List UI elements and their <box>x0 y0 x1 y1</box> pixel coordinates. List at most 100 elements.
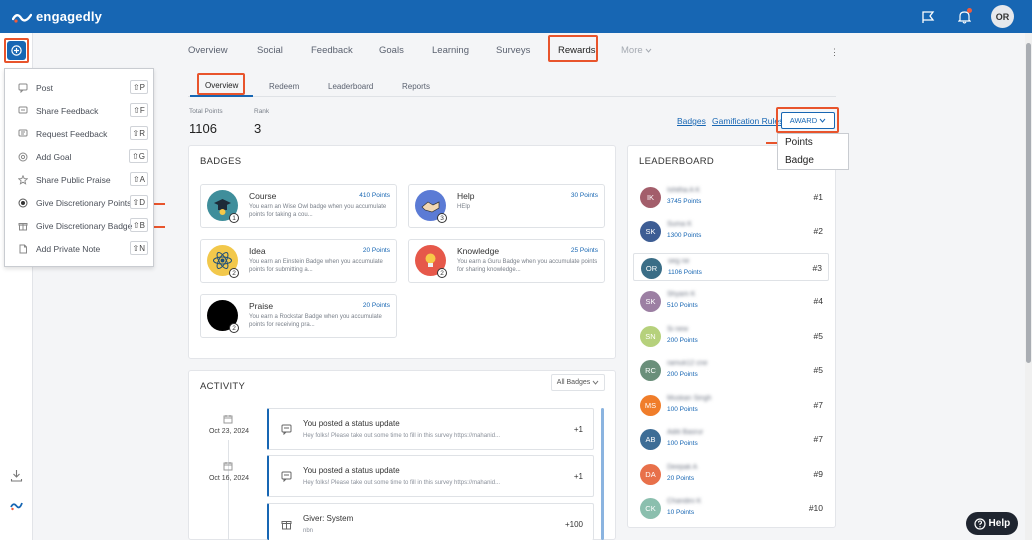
avatar: MS <box>640 395 661 416</box>
post-icon <box>281 424 292 435</box>
activity-item[interactable]: You posted a status update Hey folks! Pl… <box>267 408 594 450</box>
leaderboard-name: Muskan Singh <box>667 395 712 402</box>
tab-active-underline <box>558 60 590 62</box>
award-button[interactable]: AWARD <box>781 112 835 129</box>
calendar-icon <box>223 462 233 471</box>
kebab-menu-icon[interactable]: ⋮ <box>830 47 839 58</box>
leaderboard-name: ramuk12 cne <box>667 360 708 367</box>
badge-description: HElp <box>457 204 471 210</box>
tab-social[interactable]: Social <box>257 45 283 56</box>
leaderboard-row[interactable]: RC ramuk12 cne 200 Points #5 <box>633 356 829 384</box>
badge-count: 2 <box>437 268 447 278</box>
tab-more[interactable]: More <box>621 45 652 56</box>
post-icon <box>17 82 28 93</box>
chevron-down-icon <box>592 380 599 385</box>
badge-name: Idea <box>249 246 266 256</box>
badge-tile[interactable]: 1 Course 410 Points You earn an Wise Owl… <box>200 184 397 228</box>
menu-item-share-public-praise[interactable]: Share Public Praise ⇧A <box>5 168 155 191</box>
gamification-rules-link[interactable]: Gamification Rules <box>712 116 783 126</box>
menu-item-give-discretionary-points[interactable]: Give Discretionary Points ⇧D <box>5 191 155 214</box>
badges-link[interactable]: Badges <box>677 116 706 126</box>
leaderboard-rank: #5 <box>813 331 823 341</box>
leaderboard-points: 3745 Points <box>667 198 702 205</box>
leaderboard-row[interactable]: SN Si new 200 Points #5 <box>633 322 829 350</box>
badge-tile[interactable]: 3 Help 30 Points HElp <box>408 184 605 228</box>
leaderboard-row[interactable]: DA Deepak A 20 Points #9 <box>633 460 829 488</box>
badge-count: 3 <box>437 213 447 223</box>
badge-tile[interactable]: 2 Idea 20 Points You earn an Einstein Ba… <box>200 239 397 283</box>
leaderboard-row[interactable]: SK Shyam K 510 Points #4 <box>633 287 829 315</box>
top-bar: engagedly OR <box>0 0 1032 33</box>
leaderboard-points: 100 Points <box>667 440 698 447</box>
subtab-leaderboard[interactable]: Leaderboard <box>328 82 373 91</box>
leaderboard-points: 200 Points <box>667 337 698 344</box>
leaderboard-row[interactable]: AB Aditi Basrur 100 Points #7 <box>633 425 829 453</box>
brand-logo[interactable]: engagedly <box>12 9 102 24</box>
subtab-reports[interactable]: Reports <box>402 82 430 91</box>
user-avatar[interactable]: OR <box>991 5 1014 28</box>
badge-filter-select[interactable]: All Badges <box>551 374 605 391</box>
bell-icon[interactable] <box>955 7 973 26</box>
avatar: IK <box>640 187 661 208</box>
badge-points: 410 Points <box>359 192 390 199</box>
subtab-redeem[interactable]: Redeem <box>269 82 299 91</box>
page-scrollbar[interactable] <box>1025 33 1032 540</box>
scrollbar-thumb[interactable] <box>1026 43 1031 363</box>
tab-overview[interactable]: Overview <box>188 45 228 56</box>
leaderboard-name: Shyam K <box>667 291 696 298</box>
tab-rewards[interactable]: Rewards <box>558 45 596 56</box>
menu-item-request-feedback[interactable]: Request Feedback ⇧R <box>5 122 155 145</box>
quick-add-button[interactable] <box>7 41 26 60</box>
leaderboard-row[interactable]: MS Muskan Singh 100 Points #7 <box>633 391 829 419</box>
plus-circle-icon <box>11 45 22 56</box>
leaderboard-points: 510 Points <box>667 302 698 309</box>
leaderboard-row[interactable]: OR oeg ne 1106 Points #3 <box>633 253 829 281</box>
menu-item-give-discretionary-badge[interactable]: Give Discretionary Badge ⇧B <box>5 214 155 237</box>
badge-points: 25 Points <box>570 247 598 254</box>
gift-icon <box>281 521 292 530</box>
leaderboard-name: Si new <box>667 326 689 333</box>
menu-item-share-feedback[interactable]: Share Feedback ⇧F <box>5 99 155 122</box>
award-option-badge[interactable]: Badge <box>785 155 814 166</box>
subtab-active-underline <box>190 95 253 97</box>
leaderboard-rank: #9 <box>813 469 823 479</box>
activity-scrollbar[interactable] <box>601 408 604 540</box>
badge-count: 2 <box>229 323 239 333</box>
award-option-points[interactable]: Points <box>785 137 813 148</box>
tab-goals[interactable]: Goals <box>379 45 404 56</box>
star-icon <box>17 174 28 185</box>
menu-item-add-private-note[interactable]: Add Private Note ⇧N <box>5 237 155 260</box>
tour-icon[interactable] <box>919 8 937 26</box>
tab-feedback[interactable]: Feedback <box>311 45 353 56</box>
engagedly-logo-icon <box>12 13 32 23</box>
activity-item[interactable]: Giver: System nbn +100 <box>267 503 594 540</box>
activity-item[interactable]: You posted a status update Hey folks! Pl… <box>267 455 594 497</box>
tab-surveys[interactable]: Surveys <box>496 45 530 56</box>
help-button[interactable]: Help <box>966 512 1018 535</box>
activity-title: ACTIVITY <box>200 381 246 392</box>
total-points-label: Total Points <box>189 108 223 115</box>
leaderboard-row[interactable]: SK Suma K 1300 Points #2 <box>633 217 829 245</box>
badge-count: 2 <box>229 268 239 278</box>
avatar: SK <box>640 291 661 312</box>
leaderboard-points: 20 Points <box>667 475 695 482</box>
badge-name: Help <box>457 191 475 201</box>
badge-tile[interactable]: 2 Praise 20 Points You earn a Rockstar B… <box>200 294 397 338</box>
avatar: CK <box>640 498 661 519</box>
leaderboard-row[interactable]: CK Chandini K 10 Points #10 <box>633 494 829 522</box>
leaderboard-points: 1300 Points <box>667 232 702 239</box>
menu-item-post[interactable]: Post ⇧P <box>5 76 155 99</box>
goal-icon <box>17 151 28 162</box>
menu-item-add-goal[interactable]: Add Goal ⇧G <box>5 145 155 168</box>
leaderboard-name: Ishitha A K <box>667 187 701 194</box>
engagedly-rail-logo-icon[interactable] <box>10 499 23 512</box>
leaderboard-row[interactable]: IK Ishitha A K 3745 Points #1 <box>633 183 829 211</box>
download-icon[interactable] <box>10 469 23 482</box>
badge-tile[interactable]: 2 Knowledge 25 Points You earn a Guru Ba… <box>408 239 605 283</box>
chevron-down-icon <box>645 48 652 53</box>
badge-name: Course <box>249 191 277 201</box>
subtab-overview[interactable]: Overview <box>205 81 238 90</box>
leaderboard-points: 1106 Points <box>668 269 702 276</box>
tab-learning[interactable]: Learning <box>432 45 469 56</box>
help-question-icon <box>974 517 986 530</box>
